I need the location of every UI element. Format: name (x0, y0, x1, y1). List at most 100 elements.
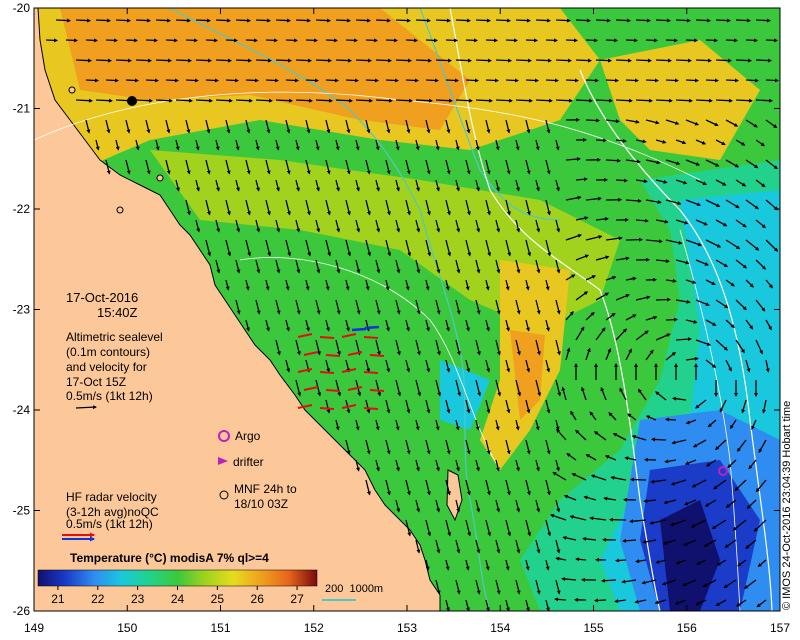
velocity-vector (655, 58, 672, 63)
velocity-vector (135, 18, 151, 23)
hf-radar-vector (364, 325, 380, 330)
hf-radar-vector (369, 354, 385, 357)
velocity-vector (425, 38, 438, 43)
velocity-vector (195, 98, 213, 103)
velocity-vector (601, 578, 617, 583)
velocity-vector (605, 78, 619, 83)
hf-radar-vector (369, 389, 385, 392)
velocity-vector (165, 78, 179, 83)
velocity-vector (475, 18, 491, 23)
hf-radar-vector (363, 371, 379, 374)
velocity-vector (625, 38, 638, 43)
velocity-vector (651, 437, 667, 442)
velocity-vector (495, 98, 513, 103)
argo-legend-label: Argo (235, 429, 261, 443)
hf-radar-vector (319, 336, 335, 339)
velocity-vector (235, 98, 253, 103)
velocity-vector (630, 477, 647, 482)
velocity-vector (225, 38, 238, 43)
velocity-vector (635, 18, 651, 23)
velocity-vector (395, 58, 412, 63)
drifter-legend-label: drifter (233, 455, 264, 469)
velocity-vector (355, 98, 373, 103)
velocity-vector (615, 558, 627, 563)
velocity-vector (575, 98, 593, 103)
velocity-vector (615, 58, 632, 63)
velocity-vector (515, 18, 531, 23)
altimetry-line-3: and velocity for (66, 360, 147, 374)
velocity-vector (85, 38, 98, 43)
velocity-vector (155, 98, 173, 103)
velocity-vector (275, 58, 292, 63)
hf-radar-vector (363, 336, 379, 339)
velocity-vector (105, 38, 118, 43)
velocity-vector (165, 38, 178, 43)
velocity-vector (265, 38, 278, 43)
velocity-vector (665, 38, 678, 43)
map-time: 15:40Z (97, 305, 138, 320)
velocity-vector (225, 78, 239, 83)
velocity-vector (415, 18, 431, 23)
velocity-vector (435, 18, 451, 23)
velocity-vector (45, 38, 58, 43)
velocity-vector (135, 98, 153, 103)
velocity-vector (685, 78, 699, 83)
velocity-vector (605, 38, 618, 43)
velocity-vector (555, 18, 571, 23)
lon-tick-label: 149 (24, 621, 44, 635)
velocity-vector (155, 18, 171, 23)
velocity-vector (585, 78, 599, 83)
velocity-vector (65, 38, 78, 43)
altimetry-line-2: (0.1m contours) (66, 345, 151, 359)
velocity-vector (155, 58, 172, 63)
velocity-vector (495, 58, 512, 63)
velocity-vector (215, 58, 232, 63)
velocity-vector (705, 38, 718, 43)
velocity-vector (235, 58, 252, 63)
velocity-vector (455, 58, 472, 63)
velocity-vector (655, 98, 673, 103)
velocity-vector (195, 58, 212, 63)
velocity-vector (275, 18, 291, 23)
velocity-vector (375, 18, 391, 23)
velocity-vector (325, 38, 338, 43)
velocity-vector (745, 78, 759, 83)
velocity-vector (95, 58, 112, 63)
velocity-vector (115, 18, 131, 23)
velocity-vector (715, 58, 732, 63)
velocity-vector (695, 98, 713, 103)
lon-tick-label: 156 (677, 621, 697, 635)
velocity-vector (715, 98, 733, 103)
velocity-vector (295, 18, 311, 23)
velocity-vector (755, 18, 771, 23)
velocity-vector (345, 38, 358, 43)
altimetry-scale-label: 0.5m/s (1kt 12h) (66, 389, 153, 403)
lat-tick-label: -23 (13, 303, 31, 317)
colorbar-tick-label: 22 (91, 592, 105, 606)
sst-map: 149 150 151 152 153 154 155 156 157 -20 -21 -22 -23 -… (13, 1, 791, 635)
hf-radar-vector (325, 354, 341, 357)
velocity-vector (455, 18, 471, 23)
lon-tick-label: 154 (490, 621, 510, 635)
velocity-vector (235, 18, 251, 23)
velocity-vector (575, 18, 591, 23)
velocity-vector (295, 98, 313, 103)
velocity-vector (765, 78, 779, 83)
lon-tick-label: 151 (210, 621, 230, 635)
velocity-vector (445, 38, 458, 43)
velocity-vector (95, 98, 113, 103)
velocity-vector (355, 58, 372, 63)
velocity-vector (525, 78, 539, 83)
velocity-vector (595, 138, 607, 143)
velocity-vector (285, 38, 298, 43)
velocity-vector (325, 78, 339, 83)
velocity-vector (565, 38, 578, 43)
velocity-vector (545, 78, 559, 83)
velocity-vector (75, 98, 93, 103)
velocity-vector (295, 58, 312, 63)
velocity-vector (735, 18, 751, 23)
lat-tick-label: -26 (13, 604, 31, 618)
hf-radar-line-3: 0.5m/s (1kt 12h) (66, 517, 153, 531)
velocity-vector (475, 58, 492, 63)
velocity-vector (385, 78, 399, 83)
